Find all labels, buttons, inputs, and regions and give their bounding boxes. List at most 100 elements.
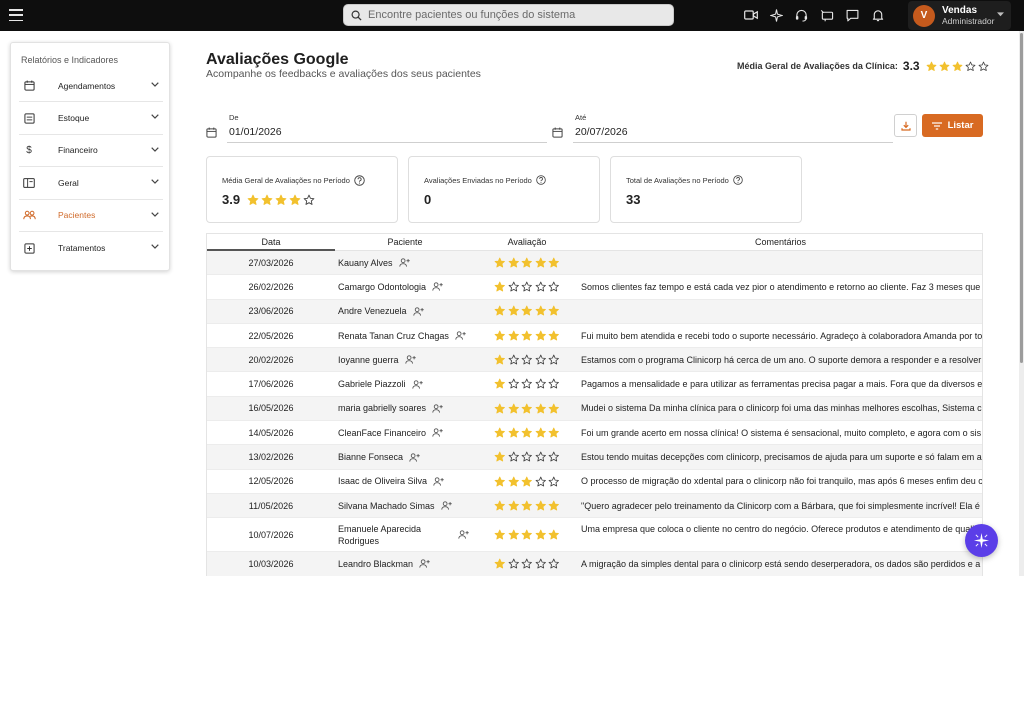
announcement-icon[interactable] xyxy=(815,6,841,24)
stat-card-value: 0 xyxy=(424,192,432,207)
global-search[interactable] xyxy=(343,4,674,26)
row-patient: CleanFace Financeiro xyxy=(335,428,475,438)
patient-name[interactable]: Silvana Machado Simas xyxy=(338,501,435,511)
calendar-icon[interactable] xyxy=(206,127,217,138)
add-patient-icon[interactable] xyxy=(419,559,430,569)
row-comment: Estamos com o programa Clinicorp há cerc… xyxy=(581,354,982,365)
date-from-value[interactable]: 01/01/2026 xyxy=(229,126,282,138)
help-icon[interactable] xyxy=(733,175,743,185)
list-button[interactable]: Listar xyxy=(922,114,983,137)
table-row[interactable]: 10/07/2026 Emanuele Aparecida Rodrigues Um… xyxy=(207,518,982,553)
date-from-field[interactable]: De 01/01/2026 xyxy=(206,111,547,143)
star-filled-icon xyxy=(535,529,546,540)
add-patient-icon[interactable] xyxy=(398,258,410,267)
column-header-rating[interactable]: Avaliação xyxy=(475,234,579,250)
add-patient-icon[interactable] xyxy=(432,404,443,413)
star-filled-icon xyxy=(521,427,533,438)
clinic-average-value: 3.3 xyxy=(902,59,920,73)
table-row[interactable]: 27/03/2026 Kauany Alves xyxy=(207,251,982,276)
patient-name[interactable]: Andre Venezuela xyxy=(338,306,407,316)
row-comment: Pagamos a mensalidade e para utilizar as… xyxy=(581,379,982,390)
hamburger-menu-icon[interactable] xyxy=(9,7,23,23)
patient-name[interactable]: Camargo Odontologia xyxy=(338,282,426,292)
table-row[interactable]: 12/05/2026 Isaac de Oliveira Silva O proce… xyxy=(207,470,982,494)
patient-name[interactable]: CleanFace Financeiro xyxy=(338,428,426,438)
star-filled-icon xyxy=(494,378,506,389)
video-camera-icon[interactable] xyxy=(738,6,764,24)
ai-assistant-button[interactable] xyxy=(965,524,998,557)
patient-name[interactable]: Gabriele Piazzoli xyxy=(338,379,406,389)
sidebar-item-estoque[interactable]: Estoque xyxy=(19,102,163,135)
calendar-icon[interactable] xyxy=(552,127,563,138)
ai-sparkle-icon[interactable] xyxy=(764,6,790,24)
page-subtitle: Acompanhe os feedbacks e avaliações dos … xyxy=(206,68,481,80)
table-row[interactable]: 10/03/2026 Leandro Blackman A migração da … xyxy=(207,552,982,576)
star-filled-icon xyxy=(548,500,560,511)
add-patient-icon[interactable] xyxy=(455,331,466,340)
user-menu[interactable]: V Vendas Administrador xyxy=(908,1,1011,30)
star-filled-icon xyxy=(521,529,533,540)
star-empty-icon xyxy=(548,476,560,487)
star-rating xyxy=(247,194,315,206)
patient-name[interactable]: Leandro Blackman xyxy=(338,559,413,569)
table-row[interactable]: 11/05/2026 Silvana Machado Simas "Quero ag… xyxy=(207,493,982,519)
sidebar-item-financeiro[interactable]: $ Financeiro xyxy=(19,135,163,168)
search-input[interactable] xyxy=(368,9,658,21)
column-header-date[interactable]: Data xyxy=(207,234,335,251)
patient-name[interactable]: Renata Tanan Cruz Chagas xyxy=(338,331,449,341)
patient-name[interactable]: Bianne Fonseca xyxy=(338,452,403,462)
add-patient-icon[interactable] xyxy=(404,355,416,364)
patient-name[interactable]: Emanuele Aparecida Rodrigues xyxy=(338,523,446,547)
date-to-value[interactable]: 20/07/2026 xyxy=(575,126,628,138)
add-patient-icon[interactable] xyxy=(440,501,452,510)
input-underline xyxy=(573,142,893,143)
page-scrollbar[interactable] xyxy=(1019,31,1024,576)
row-date: 16/05/2026 xyxy=(248,403,294,414)
row-comment: "Quero agradecer pelo treinamento da Cli… xyxy=(581,500,982,511)
add-patient-icon[interactable] xyxy=(433,477,444,486)
table-row[interactable]: 22/05/2026 Renata Tanan Cruz Chagas Fui mu… xyxy=(207,324,982,349)
add-patient-icon[interactable] xyxy=(432,428,443,437)
patient-name[interactable]: Isaac de Oliveira Silva xyxy=(338,476,427,486)
bell-icon[interactable] xyxy=(866,6,892,24)
star-filled-icon xyxy=(548,306,560,316)
date-to-field[interactable]: Até 20/07/2026 xyxy=(552,111,893,143)
scrollbar-thumb[interactable] xyxy=(1020,33,1023,363)
sidebar-item-geral[interactable]: Geral xyxy=(19,167,163,200)
add-patient-icon[interactable] xyxy=(411,379,423,389)
sidebar-item-label: Geral xyxy=(58,177,79,188)
add-patient-icon[interactable] xyxy=(412,307,424,316)
table-row[interactable]: 16/05/2026 maria gabrielly soares Mudei o … xyxy=(207,396,982,422)
row-date: 14/05/2026 xyxy=(248,427,294,438)
chevron-down-icon xyxy=(151,244,159,249)
add-patient-icon[interactable] xyxy=(409,452,420,462)
row-patient: Renata Tanan Cruz Chagas xyxy=(335,331,475,341)
table-row[interactable]: 26/02/2026 Camargo Odontologia Somos clien… xyxy=(207,275,982,300)
sidebar-item-agendamentos[interactable]: Agendamentos xyxy=(19,70,163,103)
table-row[interactable]: 13/02/2026 Bianne Fonseca Estou tendo muit… xyxy=(207,445,982,470)
star-filled-icon xyxy=(508,306,519,316)
date-from-label: De xyxy=(229,113,239,122)
download-button[interactable] xyxy=(894,114,917,137)
patient-name[interactable]: Kauany Alves xyxy=(338,258,393,268)
help-icon[interactable] xyxy=(354,175,365,186)
table-row[interactable]: 23/06/2026 Andre Venezuela xyxy=(207,299,982,324)
patient-name[interactable]: Ioyanne guerra xyxy=(338,355,399,365)
table-row[interactable]: 17/06/2026 Gabriele Piazzoli Pagamos a men… xyxy=(207,372,982,397)
column-header-comments[interactable]: Comentários xyxy=(579,234,982,250)
table-row[interactable]: 14/05/2026 CleanFace Financeiro Foi um gra… xyxy=(207,421,982,446)
table-row[interactable]: 20/02/2026 Ioyanne guerra Estamos com o pr… xyxy=(207,348,982,373)
star-filled-icon xyxy=(494,558,506,569)
row-patient: Bianne Fonseca xyxy=(335,452,475,462)
patient-name[interactable]: maria gabrielly soares xyxy=(338,403,426,413)
sidebar-item-pacientes[interactable]: Pacientes xyxy=(19,200,163,232)
help-icon[interactable] xyxy=(536,175,546,185)
add-patient-icon[interactable] xyxy=(432,282,443,292)
column-header-patient[interactable]: Paciente xyxy=(335,234,475,250)
row-date: 23/06/2026 xyxy=(248,306,294,317)
headset-icon[interactable] xyxy=(789,6,815,24)
star-filled-icon xyxy=(535,330,546,341)
sidebar-item-tratamentos[interactable]: Tratamentos xyxy=(19,232,163,264)
chat-icon[interactable] xyxy=(840,6,866,24)
add-patient-icon[interactable] xyxy=(458,530,469,539)
